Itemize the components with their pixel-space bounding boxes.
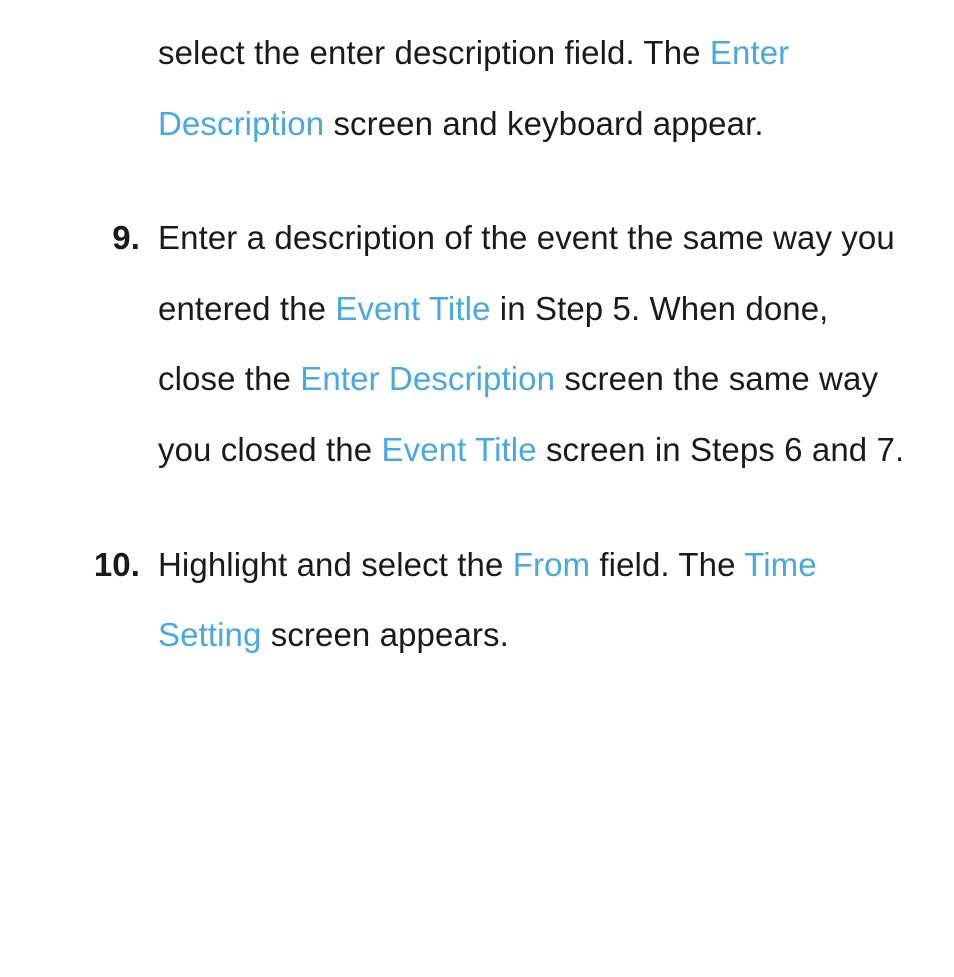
step-item: 10. Highlight and select the From field.… — [40, 530, 914, 671]
ui-term: Enter Description — [300, 360, 555, 397]
ui-term: Event Title — [335, 290, 490, 327]
step-list: select the enter description field. The … — [40, 18, 914, 671]
step-text-run: field. The — [590, 546, 744, 583]
step-number: 9. — [40, 203, 140, 274]
step-body: Enter a description of the event the sam… — [158, 219, 904, 468]
step-body: select the enter description field. The … — [158, 34, 789, 142]
step-item-continuation: select the enter description field. The … — [40, 18, 914, 159]
step-text-run: screen in Steps 6 and 7. — [537, 431, 905, 468]
step-text-run: select the enter description field. The — [158, 34, 710, 71]
ui-term: From — [513, 546, 590, 583]
step-text-run: screen appears. — [261, 616, 508, 653]
step-text-run: Highlight and select the — [158, 546, 513, 583]
step-text-run: screen and keyboard appear. — [324, 105, 763, 142]
document-page: select the enter description field. The … — [0, 0, 954, 671]
step-item: 9. Enter a description of the event the … — [40, 203, 914, 485]
step-number: 10. — [40, 530, 140, 601]
step-body: Highlight and select the From field. The… — [158, 546, 817, 654]
ui-term: Event Title — [381, 431, 536, 468]
